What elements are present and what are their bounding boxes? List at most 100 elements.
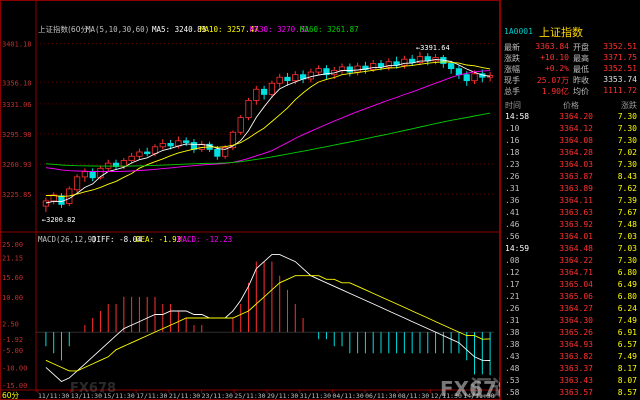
tick-time: .17: [505, 280, 520, 289]
tick-price: 3363.82: [559, 352, 593, 361]
price-tick-label: 3260.93: [2, 161, 32, 169]
tick-volume: 7.03: [617, 244, 637, 253]
quote-label: 均价: [573, 87, 589, 96]
candle-body: [401, 58, 408, 66]
tick-volume: 7.39: [617, 196, 637, 205]
tick-time: .58: [505, 388, 520, 397]
tick-volume: 8.17: [617, 364, 637, 373]
quote-header: 1A0001 上证指数: [501, 26, 640, 39]
tick-volume: 6.24: [617, 304, 637, 313]
tick-volume: 7.30: [617, 256, 637, 265]
tick-volume: 7.48: [617, 220, 637, 229]
candle-body: [144, 151, 151, 155]
tick-price: 3364.30: [559, 316, 593, 325]
time-tick-label: 04/11:30: [332, 392, 363, 400]
tick-row: .12 3364.71 6.80: [501, 268, 640, 280]
tick-time: .16: [505, 136, 520, 145]
tick-price: 3365.26: [559, 328, 593, 337]
ma60-line: [45, 112, 491, 167]
quote-row: 最新 3363.84 开盘 3352.51: [501, 42, 640, 53]
candle-body: [354, 65, 361, 73]
time-tick-label: 17/11:30: [136, 392, 167, 400]
tick-time: .36: [505, 196, 520, 205]
tick-time: .23: [505, 160, 520, 169]
quote-panel: 1A0001 上证指数 最新 3363.84 开盘 3352.51 涨跌 +10.10 最高…: [500, 0, 640, 400]
quote-label: 最低: [573, 65, 589, 74]
tick-price: 3364.93: [559, 340, 593, 349]
quote-row: 涨跌 +10.10 最高 3371.75: [501, 53, 640, 64]
tick-price: 3364.48: [559, 244, 593, 253]
tick-row: .26 3363.87 8.43: [501, 172, 640, 184]
tick-time: .26: [505, 304, 520, 313]
time-tick-label: 06/11:30: [365, 392, 396, 400]
tick-volume: 6.80: [617, 292, 637, 301]
candle-body: [471, 73, 478, 82]
candle-body: [448, 63, 455, 70]
quote-label: 昨收: [573, 76, 589, 85]
tick-price: 3364.03: [559, 160, 593, 169]
tick-table-header: 时间 价格 涨跌: [501, 100, 640, 110]
tick-row: .17 3365.04 6.49: [501, 280, 640, 292]
tick-volume: 7.67: [617, 208, 637, 217]
quote-value: 3352.51: [603, 64, 637, 73]
macd-dea: DEA: -1.93: [136, 235, 181, 244]
ma5-line: [45, 58, 491, 204]
candle-body: [338, 66, 346, 71]
tick-time: .26: [505, 172, 520, 181]
tick-row: .43 3363.82 7.49: [501, 352, 640, 364]
time-tick-label: 31/11:30: [300, 392, 331, 400]
tick-price: 3365.04: [559, 280, 593, 289]
tick-volume: 7.03: [617, 232, 637, 241]
period-label: 60分: [2, 391, 20, 400]
price-tick-label: 3225.85: [2, 191, 32, 199]
tick-row: .56 3364.01 7.03: [501, 232, 640, 244]
vol-header: 涨跌: [621, 101, 637, 110]
tick-row: 14:59 3364.48 7.03: [501, 244, 640, 256]
ma5-value: MA5: 3240.83: [152, 25, 206, 34]
quote-value: 3363.84: [535, 42, 569, 51]
quote-value: 3352.51: [603, 42, 637, 51]
high-annotation: ←3391.64: [416, 44, 450, 52]
candle-body: [73, 176, 81, 191]
quote-row: 涨幅 +0.2% 最低 3352.51: [501, 64, 640, 75]
tick-price: 3363.92: [559, 220, 593, 229]
quote-row: 总手 1.90亿 均价 1111.72: [501, 86, 640, 97]
tick-time: .38: [505, 340, 520, 349]
tick-volume: 6.80: [617, 268, 637, 277]
candle-body: [253, 88, 260, 101]
tick-time: 14:58: [505, 112, 530, 121]
tick-price: 3364.71: [559, 268, 593, 277]
time-tick-label: 29/11:30: [267, 392, 298, 400]
tick-price: 3364.28: [559, 148, 593, 157]
candle-body: [89, 171, 96, 179]
macd-tick-label: -15.00: [2, 382, 27, 390]
tick-row: .38 3365.26 6.91: [501, 328, 640, 340]
stock-name: 上证指数: [539, 26, 583, 39]
tick-row: .48 3363.37 8.17: [501, 364, 640, 376]
candle-body: [370, 63, 377, 70]
macd-value: MACD: -12.23: [178, 235, 232, 244]
tick-time: .31: [505, 184, 520, 193]
kline-chart[interactable]: 上证指数(60分)MA(5,10,30,60) MA5: 3240.83MA10:…: [0, 0, 500, 400]
tick-time: .08: [505, 256, 520, 265]
candle-body: [409, 58, 416, 64]
tick-row: .26 3364.27 6.24: [501, 304, 640, 316]
candle-body: [159, 142, 166, 148]
quote-value: 1111.72: [603, 86, 637, 95]
watermark: FX678: [70, 381, 116, 396]
candle-body: [136, 151, 143, 157]
tick-row: .31 3364.30 7.49: [501, 316, 640, 328]
tick-price: 3364.27: [559, 304, 593, 313]
candle-body: [58, 195, 65, 205]
candle-body: [183, 140, 190, 143]
tick-volume: 8.07: [617, 376, 637, 385]
tick-price: 3363.37: [559, 364, 593, 373]
tick-price: 3363.63: [559, 208, 593, 217]
tick-price: 3363.89: [559, 184, 593, 193]
tick-price: 3364.12: [559, 124, 593, 133]
candle-body: [237, 117, 244, 133]
tick-row: .18 3364.28 7.02: [501, 148, 640, 160]
ma60-value: MA60: 3261.87: [300, 25, 359, 34]
tick-row: .23 3364.03 7.30: [501, 160, 640, 172]
candle-body: [81, 171, 88, 178]
